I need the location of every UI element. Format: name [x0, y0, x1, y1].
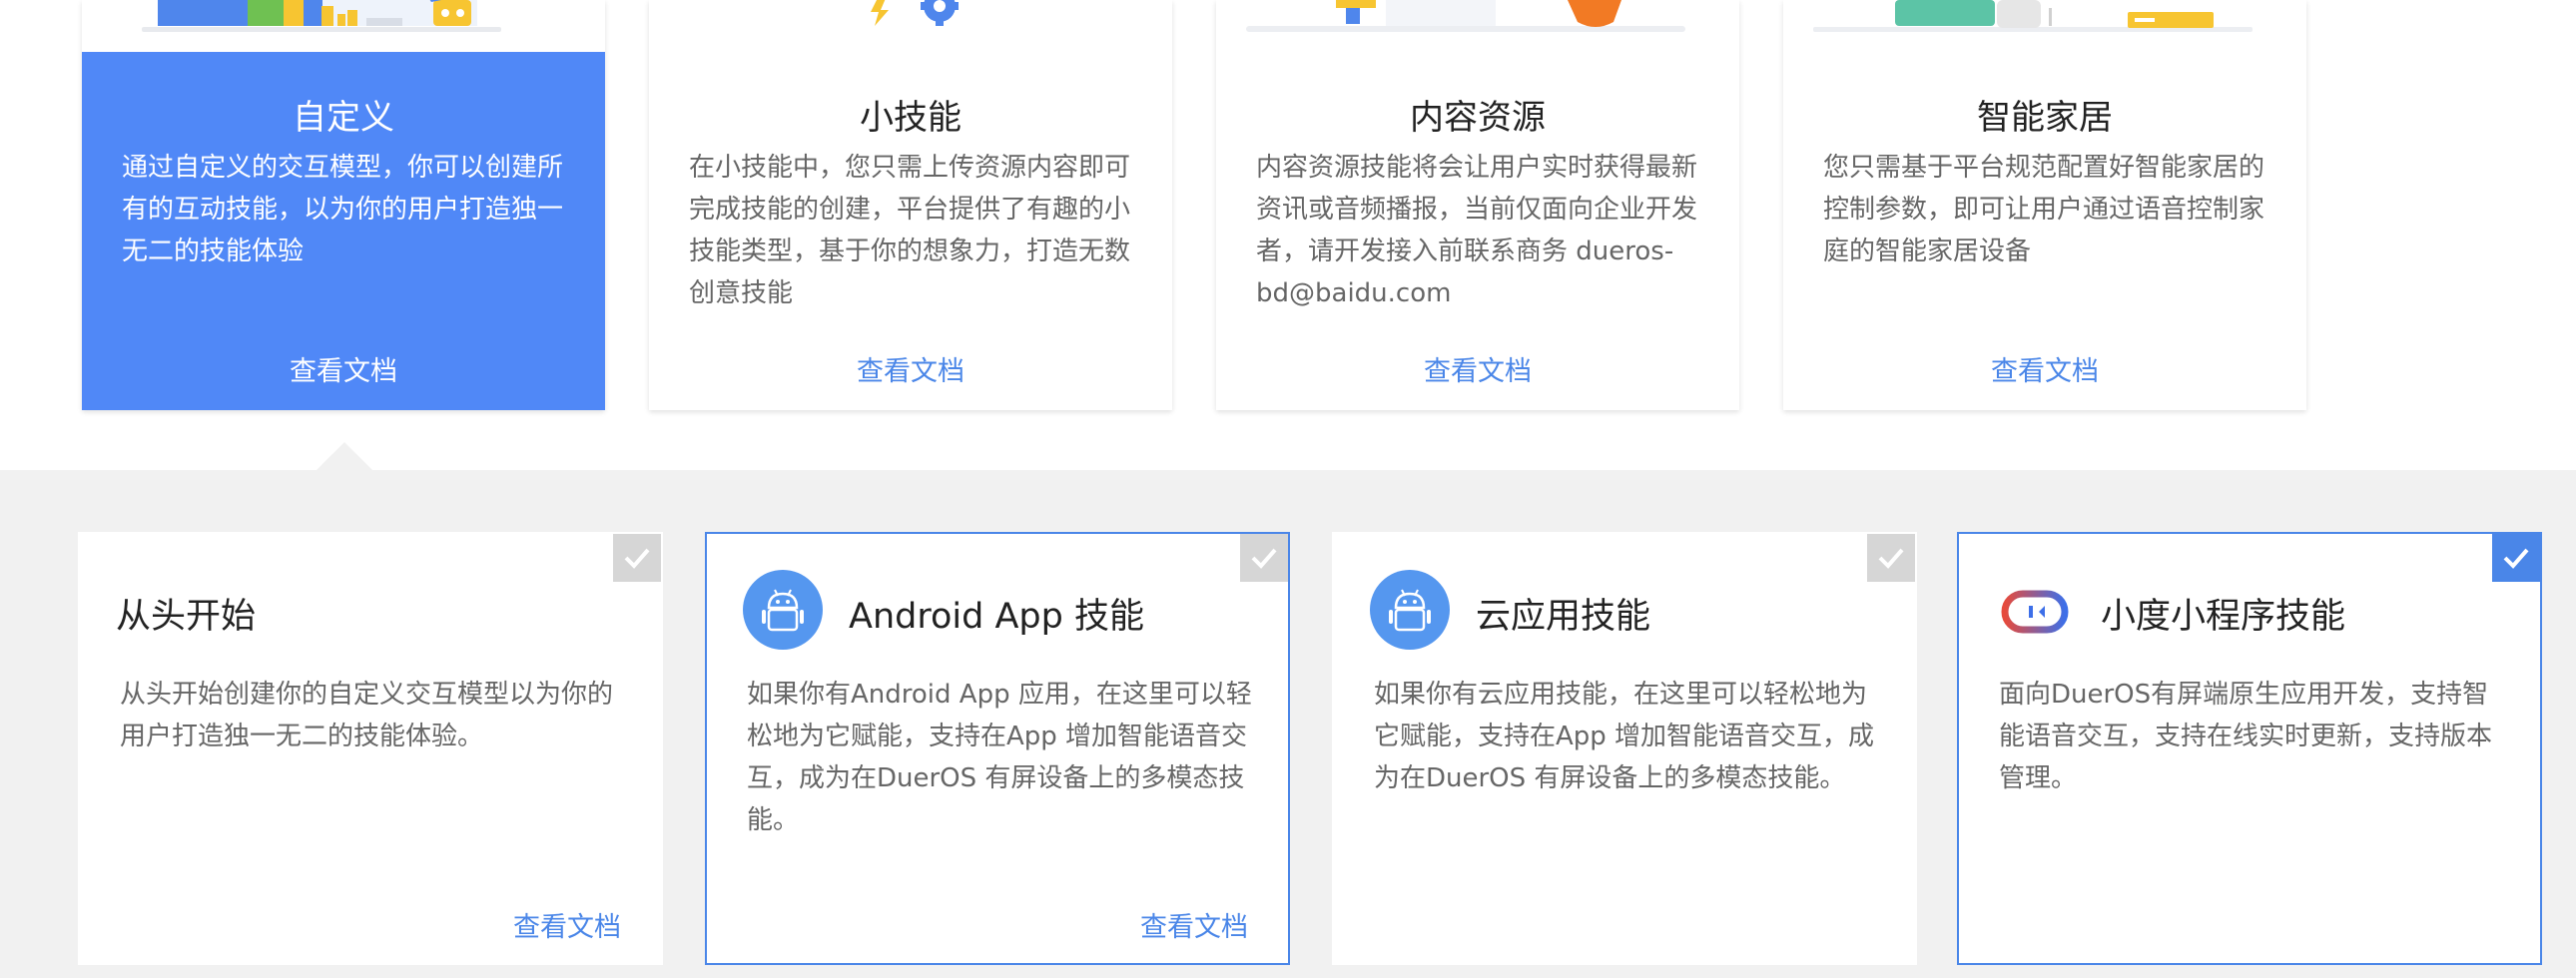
skill-type-card-custom[interactable]: 自定义 通过自定义的交互模型，你可以创建所有的互动技能，以为你的用户打造独一无二… [82, 0, 605, 410]
card-description: 内容资源技能将会让用户实时获得最新资讯或音频播报，当前仅面向企业开发者，请开发接… [1256, 153, 1698, 308]
xiaodu-mini-program-icon [1995, 570, 2075, 650]
option-description: 从头开始创建你的自定义交互模型以为你的用户打造独一无二的技能体验。 [120, 680, 614, 751]
custom-illustration [82, 0, 605, 52]
skill-type-card-content-resource[interactable]: 内容资源 内容资源技能将会让用户实时获得最新资讯或音频播报，当前仅面向企业开发者… [1216, 0, 1739, 410]
smart-home-illustration [1783, 0, 2306, 52]
option-title: 从头开始 [116, 597, 257, 637]
view-docs-link[interactable]: 查看文档 [1140, 905, 1248, 944]
option-description: 如果你有云应用技能，在这里可以轻松地为它赋能，支持在App 增加智能语音交互，成… [1374, 680, 1875, 793]
checkbox[interactable] [613, 534, 661, 582]
option-title: 云应用技能 [1476, 597, 1651, 637]
view-docs-link[interactable]: 查看文档 [1783, 349, 2306, 388]
card-title: 智能家居 [1977, 98, 2113, 138]
active-card-pointer [317, 442, 372, 470]
skill-type-card-mini-skill[interactable]: 小技能 在小技能中，您只需上传资源内容即可完成技能的创建，平台提供了有趣的小技能… [649, 0, 1172, 410]
option-description: 如果你有Android App 应用，在这里可以轻松地为它赋能，支持在App 增… [747, 680, 1252, 835]
option-card-android-app[interactable]: Android App 技能 如果你有Android App 应用，在这里可以轻… [705, 532, 1290, 965]
option-card-xiaodu-mini-program[interactable]: 小度小程序技能 面向DuerOS有屏端原生应用开发，支持智能语音交互，支持在线实… [1957, 532, 2542, 965]
card-title: 内容资源 [1410, 98, 1546, 138]
card-title: 自定义 [293, 98, 394, 138]
view-docs-link[interactable]: 查看文档 [513, 905, 621, 944]
card-body: 自定义 通过自定义的交互模型，你可以创建所有的互动技能，以为你的用户打造独一无二… [82, 52, 605, 410]
option-card-cloud-app[interactable]: 云应用技能 如果你有云应用技能，在这里可以轻松地为它赋能，支持在App 增加智能… [1332, 532, 1917, 965]
view-docs-link[interactable]: 查看文档 [649, 349, 1172, 388]
card-description: 通过自定义的交互模型，你可以创建所有的互动技能，以为你的用户打造独一无二的技能体… [122, 153, 564, 266]
check-icon [1251, 548, 1277, 569]
view-docs-link[interactable]: 查看文档 [1216, 349, 1739, 388]
card-body: 小技能 在小技能中，您只需上传资源内容即可完成技能的创建，平台提供了有趣的小技能… [649, 52, 1172, 410]
option-title: 小度小程序技能 [2101, 597, 2346, 637]
option-description: 面向DuerOS有屏端原生应用开发，支持智能语音交互，支持在线实时更新，支持版本… [1999, 680, 2493, 793]
card-body: 内容资源 内容资源技能将会让用户实时获得最新资讯或音频播报，当前仅面向企业开发者… [1216, 52, 1739, 410]
card-description: 您只需基于平台规范配置好智能家居的控制参数，即可让用户通过语音控制家庭的智能家居… [1823, 153, 2265, 266]
check-icon [624, 548, 650, 569]
card-title: 小技能 [860, 98, 962, 138]
content-resource-illustration [1216, 0, 1739, 52]
checkbox[interactable] [1240, 534, 1288, 582]
checkbox[interactable] [1867, 534, 1915, 582]
android-icon [743, 570, 823, 650]
skill-type-section: 自定义 通过自定义的交互模型，你可以创建所有的互动技能，以为你的用户打造独一无二… [0, 0, 2576, 470]
mini-skill-illustration [649, 0, 1172, 52]
android-icon [1370, 570, 1450, 650]
option-title: Android App 技能 [849, 597, 1144, 637]
check-icon [1878, 548, 1904, 569]
view-docs-link[interactable]: 查看文档 [82, 349, 605, 388]
card-description: 在小技能中，您只需上传资源内容即可完成技能的创建，平台提供了有趣的小技能类型，基… [689, 153, 1131, 308]
option-card-from-scratch[interactable]: 从头开始 从头开始创建你的自定义交互模型以为你的用户打造独一无二的技能体验。 查… [78, 532, 663, 965]
checkbox[interactable] [2492, 534, 2540, 582]
skill-type-card-smart-home[interactable]: 智能家居 您只需基于平台规范配置好智能家居的控制参数，即可让用户通过语音控制家庭… [1783, 0, 2306, 410]
check-icon [2503, 548, 2529, 569]
card-body: 智能家居 您只需基于平台规范配置好智能家居的控制参数，即可让用户通过语音控制家庭… [1783, 52, 2306, 410]
